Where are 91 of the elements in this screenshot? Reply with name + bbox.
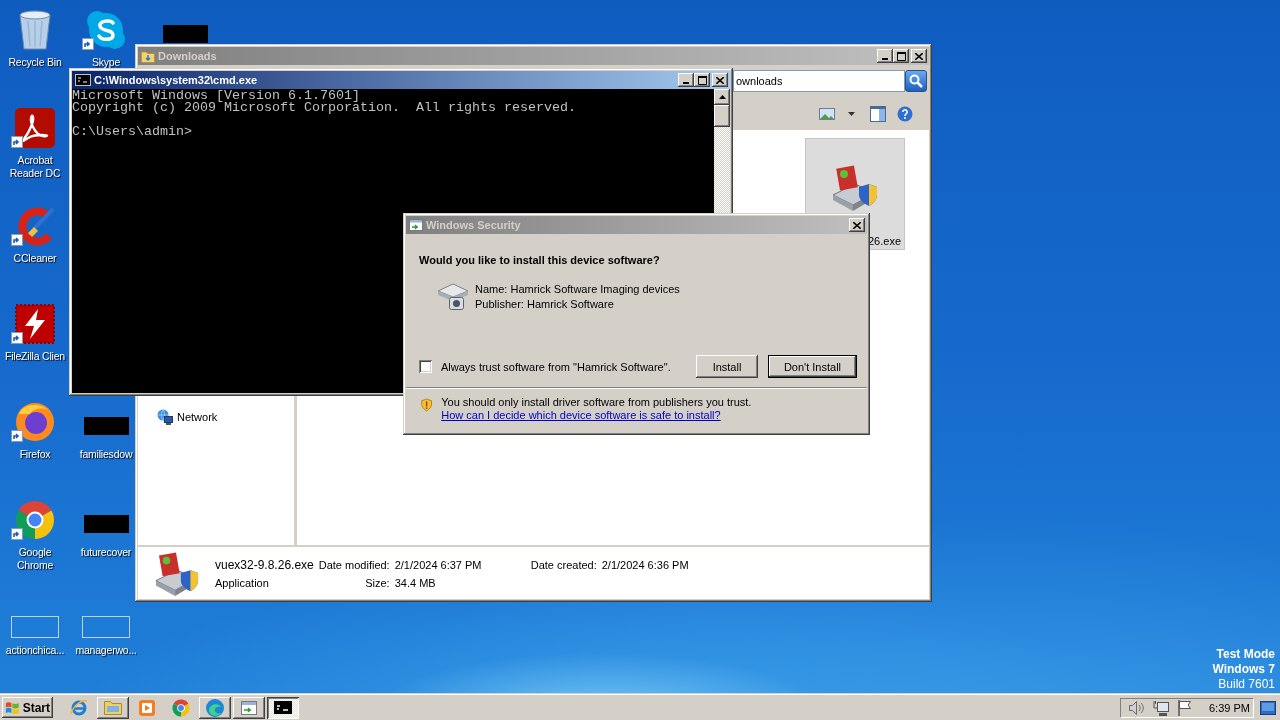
file-type: Application — [215, 576, 270, 589]
help-icon[interactable] — [897, 105, 913, 122]
desktop-icon-label[interactable]: actionchica... — [5, 644, 65, 657]
wheel-logo-icon[interactable] — [15, 500, 55, 540]
desktop-icon-label[interactable]: CCleaner — [13, 252, 57, 265]
desktop-icon-label[interactable]: familiesdow — [79, 448, 133, 461]
scanner-camera-icon — [437, 283, 469, 311]
desktop-icon-label[interactable]: Skype — [91, 56, 121, 69]
warning-text: You should only install driver software from publishers you trust. How can I decide which device software is safe to install? — [441, 396, 753, 422]
bolt-tile-icon[interactable] — [15, 304, 55, 344]
desktop-icon-label[interactable]: Acrobat Reader DC — [0, 154, 70, 180]
s-logo-icon[interactable] — [86, 10, 126, 50]
taskbar-button[interactable] — [233, 696, 265, 719]
empty-frame-icon[interactable] — [82, 616, 130, 638]
brush-c-icon[interactable] — [15, 206, 55, 246]
picture-icon[interactable] — [819, 107, 835, 120]
show-desktop-icon[interactable] — [1260, 700, 1276, 715]
checkbox[interactable] — [419, 360, 432, 373]
clock-time[interactable]: 6:39 PM — [1209, 701, 1250, 714]
dialog-button[interactable]: Don't Install — [768, 355, 857, 378]
console-icon — [75, 74, 91, 86]
caret-icon[interactable] — [848, 111, 855, 116]
image-shield-icon — [154, 550, 200, 596]
field-value: 2/1/2024 6:36 PM — [601, 558, 689, 571]
preview-pane-icon[interactable] — [870, 105, 886, 122]
desktop-icon-label[interactable]: futurecover — [80, 546, 132, 559]
window-title: Downloads — [158, 50, 217, 62]
maximize-icon — [896, 51, 906, 61]
console-line: Copyright (c) 2009 Microsoft Corporation. All rights reserved. — [72, 102, 576, 114]
search-icon — [909, 74, 923, 88]
notice-text: Build 7601 — [1218, 677, 1275, 692]
desktop-icon-label[interactable]: Recycle Bin — [8, 56, 62, 69]
search-field[interactable]: ownloads — [733, 70, 905, 92]
e-logo-icon — [70, 699, 88, 716]
swirl-tile-icon[interactable] — [15, 108, 55, 148]
field-value: 34.4 MB — [394, 576, 437, 589]
folder-arrow-icon — [141, 49, 155, 63]
taskbar-button[interactable] — [199, 696, 231, 719]
flag-logo-icon — [5, 700, 20, 715]
close-button[interactable] — [712, 73, 728, 87]
wave-logo-icon — [206, 698, 224, 717]
checkbox-label: Always trust software from "Hamrick Software". — [441, 360, 671, 373]
field-label: Date created: — [530, 558, 597, 571]
close-icon — [915, 52, 923, 60]
console-prompt: C:\Users\admin> — [72, 126, 192, 138]
trash-bin-icon[interactable] — [18, 10, 52, 50]
empty-frame-icon[interactable] — [11, 616, 59, 638]
network-globe-icon — [157, 409, 173, 425]
minimize-button[interactable] — [678, 73, 694, 87]
device-name: Name: Hamrick Software Imaging devices — [475, 282, 680, 297]
flag-icon[interactable] — [1178, 699, 1192, 716]
network-icon[interactable] — [1153, 699, 1169, 716]
start-button[interactable]: Start — [2, 697, 53, 718]
console-icon — [274, 701, 292, 714]
desktop-icon-label[interactable]: FileZilla Clien — [5, 350, 65, 363]
close-icon — [716, 76, 724, 84]
search-button[interactable] — [905, 70, 927, 92]
minimize-icon — [683, 82, 689, 84]
file-name: vuex32-9.8.26.exe — [215, 557, 314, 572]
window-title: Windows Security — [426, 219, 521, 231]
image-shield-icon — [831, 163, 879, 211]
desktop-icon-label[interactable]: managerwo... — [75, 644, 137, 657]
minimize-icon — [882, 58, 888, 60]
desktop-icon-label[interactable]: Firefox — [19, 448, 51, 461]
warning-shield-icon — [421, 396, 433, 414]
close-icon — [853, 221, 861, 229]
folder-icon — [104, 700, 122, 715]
field-label: Date modified: — [318, 558, 390, 571]
dialog-button[interactable]: Install — [696, 355, 758, 378]
taskbar-button[interactable] — [267, 696, 299, 719]
up-arrow-icon — [718, 95, 726, 99]
help-link[interactable]: How can I decide which device software is safe to install? — [441, 409, 721, 421]
nav-item[interactable]: Network — [157, 408, 220, 426]
ring-logo-icon[interactable] — [15, 402, 55, 442]
notice-text: Windows 7 — [1212, 662, 1275, 677]
speaker-icon[interactable] — [1128, 699, 1144, 716]
device-publisher: Publisher: Hamrick Software — [475, 297, 614, 312]
maximize-icon — [697, 75, 707, 85]
dialog-question: Would you like to install this device software? — [419, 253, 660, 267]
field-label: Size: — [365, 576, 390, 589]
scroll-up-button[interactable] — [714, 89, 730, 105]
desktop-icon-label[interactable]: Google Chrome — [0, 546, 70, 572]
scrollbar-thumb[interactable] — [714, 105, 730, 127]
taskbar-button[interactable] — [97, 696, 129, 719]
window-title: C:\Windows\system32\cmd.exe — [94, 74, 258, 86]
field-value: 2/1/2024 6:37 PM — [394, 558, 483, 571]
maximize-button[interactable] — [694, 73, 710, 87]
wheel-logo-icon — [172, 698, 190, 717]
play-tile-icon — [139, 699, 155, 716]
notice-text: Test Mode — [1216, 647, 1275, 662]
console-line: Microsoft Windows [Version 6.1.7601] — [72, 90, 360, 102]
